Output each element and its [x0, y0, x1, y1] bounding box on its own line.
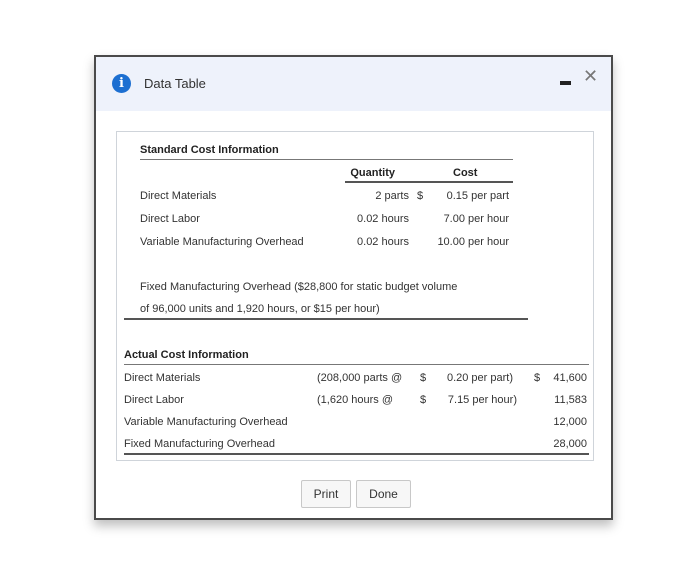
std-row-qty: 0.02 hours [357, 213, 409, 225]
data-table-dialog: i Data Table ✕ Standard Cost Information… [94, 55, 613, 520]
std-row-cost: 0.15 per part [446, 190, 509, 202]
standard-cost-heading: Standard Cost Information [140, 144, 279, 156]
std-row-label: Variable Manufacturing Overhead [140, 236, 304, 248]
act-row-qty: (1,620 hours @ [317, 394, 393, 406]
divider [124, 364, 589, 365]
std-row-qty: 2 parts [375, 190, 409, 202]
close-icon[interactable]: ✕ [583, 67, 598, 85]
actual-cost-heading: Actual Cost Information [124, 349, 249, 361]
act-row-rate: 7.15 per hour) [447, 394, 517, 406]
std-row-label: Direct Materials [140, 190, 217, 202]
act-row-total: 28,000 [553, 438, 587, 450]
dialog-title: Data Table [144, 76, 206, 91]
act-row-total: 41,600 [553, 372, 587, 384]
std-row-dollar: $ [417, 190, 424, 202]
divider [124, 318, 528, 320]
fixed-overhead-note: of 96,000 units and 1,920 hours, or $15 … [140, 303, 380, 315]
act-row-rate: 0.20 per part) [446, 372, 513, 384]
col-quantity-header: Quantity [350, 167, 395, 179]
done-button[interactable]: Done [356, 480, 411, 508]
data-table-panel: Standard Cost Information Quantity Cost … [116, 131, 594, 461]
print-button[interactable]: Print [301, 480, 351, 508]
divider [140, 159, 513, 160]
std-row-qty: 0.02 hours [357, 236, 409, 248]
minimize-icon[interactable] [560, 81, 571, 85]
std-row-cost: 10.00 per hour [437, 236, 509, 248]
fixed-overhead-note: Fixed Manufacturing Overhead ($28,800 fo… [140, 281, 458, 293]
col-cost-header: Cost [453, 167, 478, 179]
dialog-titlebar: i Data Table ✕ [96, 57, 611, 111]
act-row-qty: (208,000 parts @ [317, 372, 403, 384]
act-row-total: 12,000 [553, 416, 587, 428]
std-row-label: Direct Labor [140, 213, 200, 225]
act-row-label: Fixed Manufacturing Overhead [124, 438, 276, 450]
act-row-label: Direct Labor [124, 394, 184, 406]
act-row-label: Variable Manufacturing Overhead [124, 416, 288, 428]
divider [345, 181, 513, 183]
act-row-label: Direct Materials [124, 372, 201, 384]
info-icon: i [112, 74, 131, 93]
divider [124, 453, 589, 455]
std-row-cost: 7.00 per hour [443, 213, 509, 225]
act-row-total: 11,583 [554, 394, 587, 406]
